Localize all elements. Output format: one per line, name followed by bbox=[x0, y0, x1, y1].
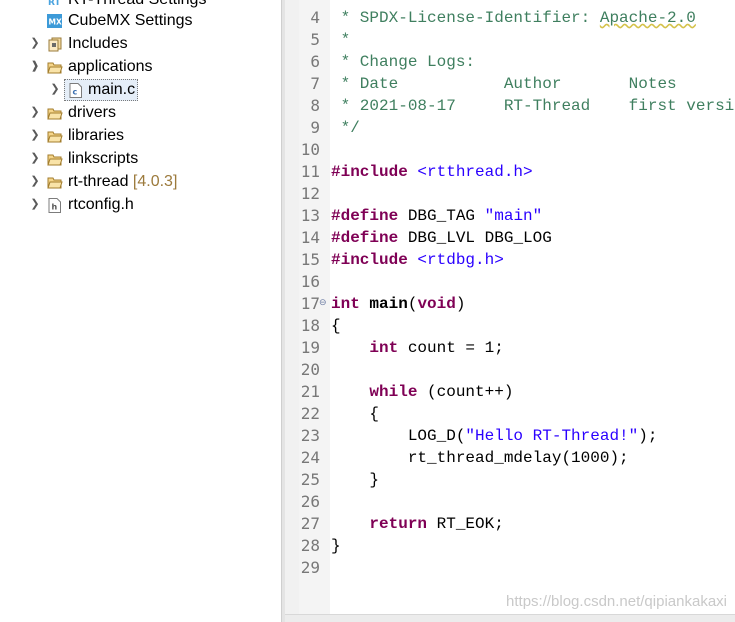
code-editor[interactable]: 4 * SPDX-License-Identifier: Apache-2.0 … bbox=[285, 0, 735, 622]
horizontal-scrollbar[interactable] bbox=[285, 614, 735, 622]
svg-text:h: h bbox=[52, 203, 58, 212]
code-line[interactable]: int main(void) bbox=[331, 293, 465, 315]
line-number: 7 bbox=[310, 74, 320, 93]
tree-item-drivers[interactable]: ❯ drivers bbox=[0, 101, 281, 124]
line-number: 19 bbox=[300, 338, 320, 357]
code-line[interactable]: * SPDX-License-Identifier: Apache-2.0 bbox=[331, 7, 696, 29]
tree-item-rt-thread[interactable]: ❯ rt-thread [4.0.3] bbox=[0, 170, 281, 193]
code-line[interactable]: * 2021-08-17 RT-Thread first version bbox=[331, 95, 735, 117]
line-number: 29 bbox=[300, 558, 320, 577]
chevron-right-icon[interactable]: ❯ bbox=[29, 193, 41, 216]
folder-icon bbox=[47, 151, 63, 166]
code-line[interactable]: #include <rtthread.h> bbox=[331, 161, 533, 183]
line-number: 5 bbox=[310, 30, 320, 49]
line-number: 25 bbox=[300, 470, 320, 489]
svg-text:RT: RT bbox=[48, 0, 62, 8]
includes-icon bbox=[47, 36, 63, 52]
chevron-right-icon[interactable]: ❯ bbox=[29, 101, 41, 124]
chevron-right-icon[interactable]: ❯ bbox=[49, 78, 61, 101]
line-number: 16 bbox=[300, 272, 320, 291]
line-number: 17 bbox=[300, 294, 320, 313]
tree-item-label: rtconfig.h bbox=[68, 196, 134, 213]
line-number: 12 bbox=[300, 184, 320, 203]
folder-open-icon bbox=[47, 59, 63, 74]
c-file-icon: c bbox=[68, 82, 84, 98]
watermark: https://blog.csdn.net/qipiankakaxi bbox=[506, 593, 727, 610]
annotation-ruler bbox=[285, 0, 299, 614]
rt-settings-icon: RT bbox=[47, 0, 63, 8]
chevron-down-icon[interactable]: ❱ bbox=[29, 55, 41, 78]
line-number: 9 bbox=[310, 118, 320, 137]
tree-item-includes[interactable]: ❯ Includes bbox=[0, 32, 281, 55]
line-number: 23 bbox=[300, 426, 320, 445]
code-line[interactable]: * Date Author Notes bbox=[331, 73, 677, 95]
code-line[interactable]: } bbox=[331, 535, 341, 557]
folder-icon bbox=[47, 105, 63, 120]
tree-item-label: CubeMX Settings bbox=[68, 12, 193, 29]
tree-item-label: rt-thread bbox=[68, 173, 129, 190]
code-line[interactable]: * Change Logs: bbox=[331, 51, 475, 73]
line-number: 24 bbox=[300, 448, 320, 467]
line-number: 4 bbox=[310, 8, 320, 27]
chevron-right-icon[interactable]: ❯ bbox=[29, 32, 41, 55]
code-line[interactable]: } bbox=[331, 469, 379, 491]
version-badge: [4.0.3] bbox=[132, 173, 178, 190]
code-line[interactable]: * bbox=[331, 29, 351, 51]
line-number: 27 bbox=[300, 514, 320, 533]
tree-item-linkscripts[interactable]: ❯ linkscripts bbox=[0, 147, 281, 170]
line-number: 26 bbox=[300, 492, 320, 511]
folder-icon bbox=[47, 128, 63, 143]
line-number: 21 bbox=[300, 382, 320, 401]
code-line[interactable]: return RT_EOK; bbox=[331, 513, 503, 535]
code-line[interactable]: LOG_D("Hello RT-Thread!"); bbox=[331, 425, 658, 447]
chevron-right-icon[interactable]: ❯ bbox=[29, 124, 41, 147]
svg-text:MX: MX bbox=[49, 18, 62, 27]
code-line[interactable]: { bbox=[331, 403, 379, 425]
code-line[interactable]: #define DBG_TAG "main" bbox=[331, 205, 542, 227]
tree-item-label: libraries bbox=[68, 127, 125, 144]
h-file-icon: h bbox=[47, 197, 63, 213]
svg-text:c: c bbox=[73, 88, 78, 97]
code-line[interactable]: rt_thread_mdelay(1000); bbox=[331, 447, 629, 469]
line-number: 28 bbox=[300, 536, 320, 555]
fold-collapse-icon[interactable]: ⊖ bbox=[319, 292, 327, 314]
line-number: 22 bbox=[300, 404, 320, 423]
chevron-right-icon[interactable]: ❯ bbox=[29, 147, 41, 170]
tree-item-label: drivers bbox=[68, 104, 117, 121]
line-number: 20 bbox=[300, 360, 320, 379]
code-line[interactable]: while (count++) bbox=[331, 381, 513, 403]
tree-item-label: applications bbox=[68, 58, 153, 75]
tree-item-rtconfig-h[interactable]: ❯ h rtconfig.h bbox=[0, 193, 281, 216]
tree-item-main-c[interactable]: ❯ c main.c bbox=[0, 78, 281, 101]
chevron-right-icon[interactable]: ❯ bbox=[29, 170, 41, 193]
tree-item-libraries[interactable]: ❯ libraries bbox=[0, 124, 281, 147]
line-number: 14 bbox=[300, 228, 320, 247]
tree-item-label: main.c bbox=[88, 81, 136, 98]
line-number: 11 bbox=[300, 162, 320, 181]
tree-item-applications[interactable]: ❱ applications bbox=[0, 55, 281, 78]
cubemx-icon: MX bbox=[47, 13, 63, 28]
line-number: 18 bbox=[300, 316, 320, 335]
code-line[interactable]: { bbox=[331, 315, 341, 337]
line-number: 8 bbox=[310, 96, 320, 115]
code-line[interactable]: */ bbox=[331, 117, 360, 139]
tree-item-label: linkscripts bbox=[68, 150, 139, 167]
code-line[interactable]: #include <rtdbg.h> bbox=[331, 249, 504, 271]
code-line[interactable]: int count = 1; bbox=[331, 337, 503, 359]
tree-item-label: Includes bbox=[68, 35, 128, 52]
line-number: 15 bbox=[300, 250, 320, 269]
project-explorer: RT RT-Thread Settings MX CubeMX Settings… bbox=[0, 0, 281, 622]
tree-item-cubemx-settings[interactable]: MX CubeMX Settings bbox=[0, 9, 281, 32]
line-number: 6 bbox=[310, 52, 320, 71]
code-line[interactable]: #define DBG_LVL DBG_LOG bbox=[331, 227, 552, 249]
line-number: 13 bbox=[300, 206, 320, 225]
line-number: 10 bbox=[300, 140, 320, 159]
folder-icon bbox=[47, 174, 63, 189]
